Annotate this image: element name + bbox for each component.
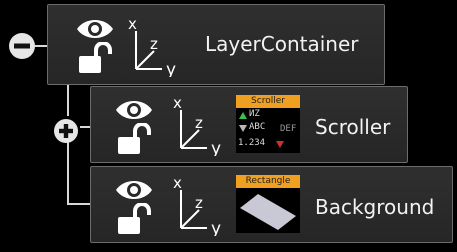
thumbnail-preview: [236, 188, 300, 233]
unlock-icon[interactable]: [77, 42, 113, 74]
xyz-axes-icon: x z y: [171, 174, 231, 236]
axis-y-label: y: [211, 139, 221, 156]
tree-node-layercontainer[interactable]: x z y LayerContainer: [47, 4, 385, 85]
scroller-thumbnail: Scroller ИZ ABC DEF 1.234: [236, 95, 300, 153]
thumbnail-text: ИZ: [249, 109, 260, 119]
thumbnail-preview: ИZ ABC DEF 1.234: [236, 108, 300, 153]
thumbnail-text: DEF: [280, 124, 297, 134]
axis-x-label: x: [173, 174, 182, 192]
thumbnail-caption: Scroller: [236, 95, 300, 108]
thumbnail-caption: Rectangle: [236, 175, 300, 188]
rectangle-thumbnail: Rectangle: [236, 175, 300, 233]
unlock-icon[interactable]: [116, 123, 152, 155]
axis-z-label: z: [150, 35, 158, 53]
node-label: LayerContainer: [205, 32, 359, 56]
node-label: Scroller: [315, 115, 391, 139]
visibility-eye-icon[interactable]: [115, 97, 153, 123]
tree-node-scroller[interactable]: x z y Scroller ИZ ABC DEF 1.234 Scroller: [90, 86, 408, 163]
tree-node-background[interactable]: x z y Rectangle Background: [90, 166, 453, 243]
axis-z-label: z: [195, 114, 203, 132]
unlock-icon[interactable]: [116, 203, 152, 235]
scroll-up-icon: [239, 112, 247, 119]
collapse-icon[interactable]: [7, 31, 37, 61]
axis-z-label: z: [195, 194, 203, 212]
tree-connector: [67, 203, 91, 205]
thumbnail-text: ABC: [249, 122, 266, 132]
axis-y-label: y: [211, 219, 221, 236]
scroll-down-icon: [239, 125, 247, 132]
thumbnail-text: 1.234: [238, 138, 266, 148]
axis-x-label: x: [128, 15, 137, 33]
axis-x-label: x: [173, 94, 182, 112]
xyz-axes-icon: x z y: [171, 94, 231, 156]
scroll-down-icon: [276, 141, 284, 148]
visibility-eye-icon[interactable]: [76, 16, 114, 42]
tree-connector: [67, 140, 69, 204]
scene-tree: x z y LayerContainer x z y Scroller ИZ A…: [0, 0, 457, 252]
axis-y-label: y: [166, 60, 176, 77]
expand-icon[interactable]: [51, 116, 81, 146]
node-label: Background: [315, 195, 435, 219]
rectangle-shape-icon: [240, 194, 296, 230]
visibility-eye-icon[interactable]: [115, 177, 153, 203]
xyz-axes-icon: x z y: [126, 15, 186, 77]
